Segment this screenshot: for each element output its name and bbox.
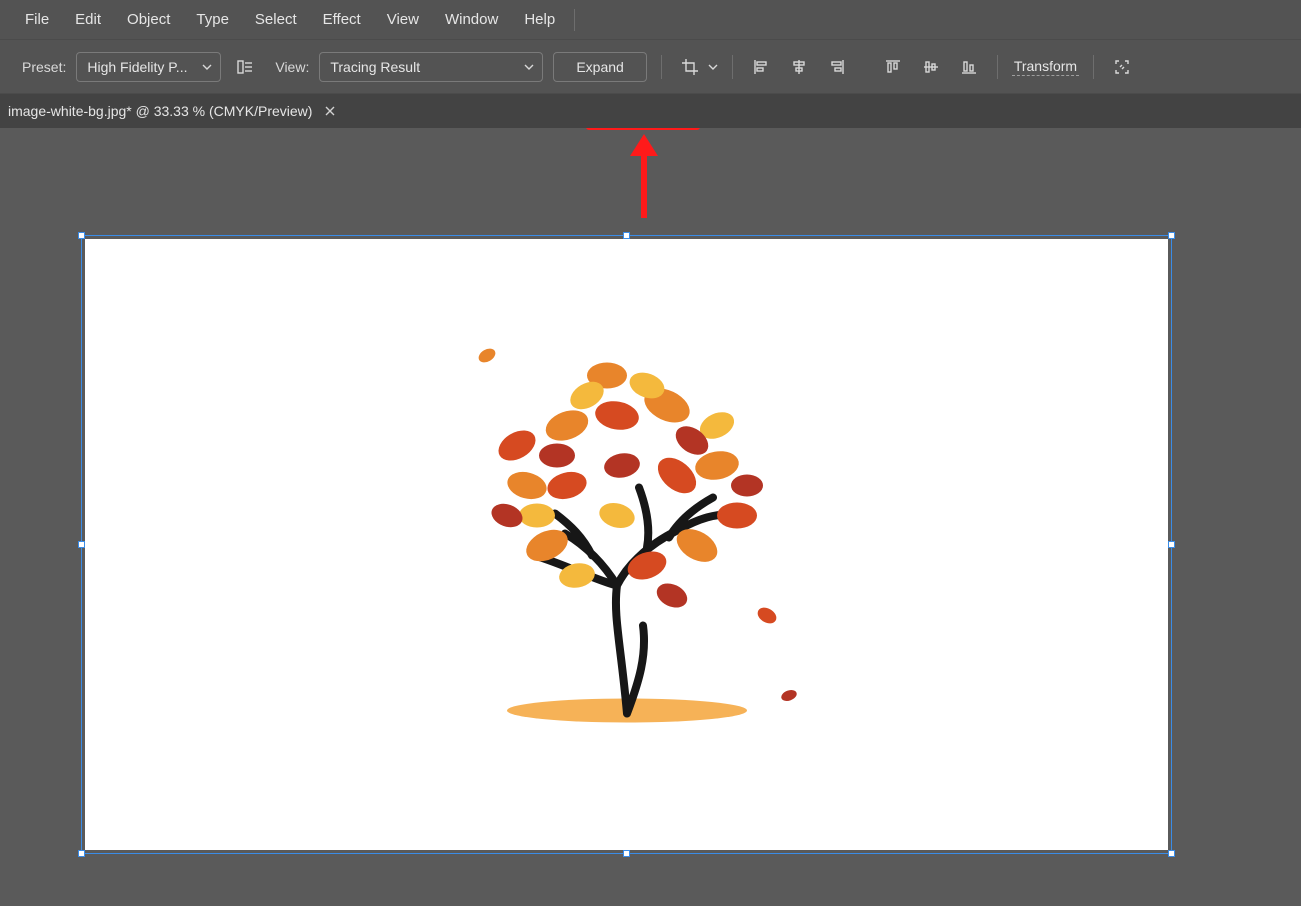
selection-handle-mr[interactable] xyxy=(1168,541,1175,548)
align-top-button[interactable] xyxy=(879,53,907,81)
canvas-stage[interactable] xyxy=(0,128,1301,906)
view-dropdown[interactable]: Tracing Result xyxy=(319,52,543,82)
menu-edit[interactable]: Edit xyxy=(62,0,114,40)
expand-label: Expand xyxy=(576,59,623,75)
control-bar: Preset: High Fidelity P... View: Tracing… xyxy=(0,40,1301,94)
close-icon[interactable] xyxy=(322,103,338,119)
separator xyxy=(1093,55,1094,79)
selection-handle-tr[interactable] xyxy=(1168,232,1175,239)
chevron-down-icon xyxy=(202,64,212,70)
align-vcenter-button[interactable] xyxy=(917,53,945,81)
crop-image-button[interactable] xyxy=(676,53,704,81)
chevron-down-icon xyxy=(524,64,534,70)
annotation-arrow-icon xyxy=(626,134,662,220)
menu-help[interactable]: Help xyxy=(511,0,568,40)
preset-label: Preset: xyxy=(22,59,66,75)
align-hcenter-button[interactable] xyxy=(785,53,813,81)
view-value: Tracing Result xyxy=(330,59,420,75)
document-tab[interactable]: image-white-bg.jpg* @ 33.33 % (CMYK/Prev… xyxy=(0,94,352,128)
menu-file[interactable]: File xyxy=(12,0,62,40)
menu-type[interactable]: Type xyxy=(183,0,242,40)
menu-separator xyxy=(574,9,575,31)
expand-button[interactable]: Expand xyxy=(553,52,646,82)
separator xyxy=(732,55,733,79)
align-bottom-button[interactable] xyxy=(955,53,983,81)
menu-select[interactable]: Select xyxy=(242,0,310,40)
selection-handle-bl[interactable] xyxy=(78,850,85,857)
document-tab-bar: image-white-bg.jpg* @ 33.33 % (CMYK/Prev… xyxy=(0,94,1301,128)
annotation-highlight-box xyxy=(586,128,700,130)
separator xyxy=(997,55,998,79)
align-right-button[interactable] xyxy=(823,53,851,81)
align-left-button[interactable] xyxy=(747,53,775,81)
transform-link[interactable]: Transform xyxy=(1012,58,1079,76)
isolate-button[interactable] xyxy=(1108,53,1136,81)
menu-window[interactable]: Window xyxy=(432,0,511,40)
menu-view[interactable]: View xyxy=(374,0,432,40)
selection-handle-tl[interactable] xyxy=(78,232,85,239)
menu-object[interactable]: Object xyxy=(114,0,183,40)
preset-dropdown[interactable]: High Fidelity P... xyxy=(76,52,221,82)
separator xyxy=(661,55,662,79)
selection-bounding-box xyxy=(81,235,1172,854)
selection-handle-bm[interactable] xyxy=(623,850,630,857)
selection-handle-ml[interactable] xyxy=(78,541,85,548)
preset-value: High Fidelity P... xyxy=(87,59,187,75)
selection-handle-br[interactable] xyxy=(1168,850,1175,857)
view-label: View: xyxy=(275,59,309,75)
chevron-down-icon[interactable] xyxy=(708,64,718,70)
menu-effect[interactable]: Effect xyxy=(310,0,374,40)
menu-bar: File Edit Object Type Select Effect View… xyxy=(0,0,1301,40)
selection-handle-tm[interactable] xyxy=(623,232,630,239)
tracing-options-button[interactable] xyxy=(231,53,259,81)
document-tab-title: image-white-bg.jpg* @ 33.33 % (CMYK/Prev… xyxy=(8,103,312,119)
